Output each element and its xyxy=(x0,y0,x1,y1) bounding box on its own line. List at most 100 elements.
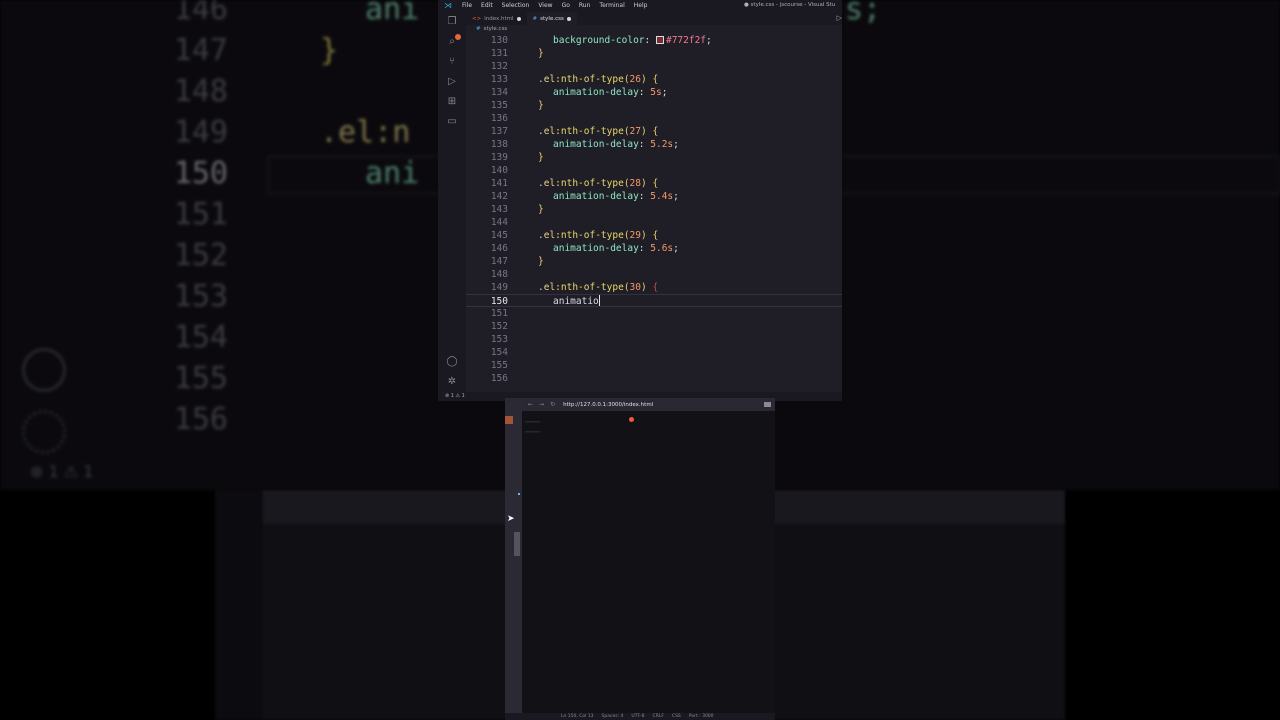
color-swatch-icon[interactable] xyxy=(655,36,664,44)
run-icon[interactable]: ▷ xyxy=(837,14,842,22)
line-number: 151 xyxy=(490,308,508,319)
code-line[interactable]: 141 .el:nth-of-type(28) { xyxy=(466,177,842,190)
code-line[interactable]: 147} xyxy=(466,255,842,268)
code-line[interactable]: 131} xyxy=(466,47,842,60)
menu-item-file[interactable]: File xyxy=(462,2,472,9)
status-item[interactable]: CSS xyxy=(672,713,681,720)
code-line[interactable]: 132 xyxy=(466,60,842,73)
menu-item-edit[interactable]: Edit xyxy=(481,2,493,9)
unsaved-dot-icon[interactable] xyxy=(516,16,521,21)
account-icon[interactable]: ◯ xyxy=(446,356,458,368)
code-line[interactable]: 143} xyxy=(466,203,842,216)
line-code: } xyxy=(538,47,544,60)
explorer-icon[interactable]: ❐ xyxy=(446,16,458,28)
line-number: 147 xyxy=(490,256,508,267)
code-line[interactable]: 130 background-color: #772f2f; xyxy=(466,34,842,47)
status-item[interactable]: Spaces: 4 xyxy=(602,713,624,720)
typed-text: animatio xyxy=(553,296,599,307)
line-code: } xyxy=(538,99,544,112)
line-number: 154 xyxy=(490,347,508,358)
colon: : xyxy=(638,243,651,254)
selector-index: 27 xyxy=(629,126,641,137)
paren-close: ) xyxy=(641,126,653,137)
line-code: animation-delay: 5.2s; xyxy=(553,138,679,151)
browser-side-panel: ➤ xyxy=(505,398,522,720)
code-line[interactable]: 151 xyxy=(466,307,842,320)
run-debug-icon[interactable]: ▷ xyxy=(446,76,458,88)
forward-icon[interactable]: → xyxy=(539,401,544,408)
browser-toolbar: ← → ↻ http://127.0.0.1:3000/index.html xyxy=(522,398,775,411)
code-line[interactable]: 152 xyxy=(466,320,842,333)
mouse-cursor-icon: ➤ xyxy=(507,514,515,524)
code-editor[interactable]: 130 background-color: #772f2f; 131} 132 133.… xyxy=(466,34,842,394)
colon: : xyxy=(644,35,656,46)
code-line[interactable]: 138 animation-delay: 5.2s; xyxy=(466,138,842,151)
colon: : xyxy=(638,191,651,202)
status-item[interactable]: Ln 150, Col 13 xyxy=(561,713,594,720)
extension-icon[interactable] xyxy=(764,402,771,407)
pseudo-class: :nth-of-type xyxy=(555,282,624,293)
code-line[interactable]: 146 animation-delay: 5.6s; xyxy=(466,242,842,255)
line-number: 155 xyxy=(490,360,508,371)
opening-brace: { xyxy=(652,230,659,241)
menu-item-view[interactable]: View xyxy=(538,2,552,9)
line-number: 138 xyxy=(490,139,508,150)
zoomed-line-code: .el:n xyxy=(320,115,411,150)
vscode-logo-icon: ⋊ xyxy=(444,1,452,10)
code-line[interactable]: 142 animation-delay: 5.4s; xyxy=(466,190,842,203)
menu-item-terminal[interactable]: Terminal xyxy=(599,2,624,9)
code-line[interactable]: 148 xyxy=(466,268,842,281)
tab-index-html[interactable]: <> index.html xyxy=(466,12,527,25)
zoomed-line-number: 154 xyxy=(173,320,228,355)
code-line[interactable]: 156 xyxy=(466,372,842,385)
selector-index: 30 xyxy=(629,282,641,293)
code-line[interactable]: 133 .el:nth-of-type(26) { xyxy=(466,73,842,86)
code-line[interactable]: 137 .el:nth-of-type(27) { xyxy=(466,125,842,138)
line-number: 143 xyxy=(490,204,508,215)
css-icon: # xyxy=(532,15,538,22)
faint-content-1: ▁▁▁▁ xyxy=(525,417,541,423)
code-line[interactable]: 135} xyxy=(466,99,842,112)
menu-item-run[interactable]: Run xyxy=(579,2,591,9)
zoomed-line-number: 153 xyxy=(173,279,228,314)
back-icon[interactable]: ← xyxy=(528,401,533,408)
code-line[interactable]: 154 xyxy=(466,346,842,359)
menu-item-help[interactable]: Help xyxy=(634,2,648,9)
problems-indicator[interactable]: ⊗ 1 ⚠ 1 xyxy=(445,393,465,399)
tab-style-css[interactable]: # style.css xyxy=(526,12,577,25)
extensions-icon[interactable]: ⊞ xyxy=(446,96,458,108)
opening-brace: { xyxy=(652,74,659,85)
code-line[interactable]: 136 xyxy=(466,112,842,125)
code-line[interactable]: 149 .el:nth-of-type(30) { xyxy=(466,281,842,294)
line-number: 132 xyxy=(490,61,508,72)
status-item[interactable]: Port : 3000 xyxy=(689,713,714,720)
menu-item-go[interactable]: Go xyxy=(562,2,570,9)
side-scrollbar-thumb[interactable] xyxy=(514,532,520,556)
menu-item-selection[interactable]: Selection xyxy=(502,2,530,9)
code-line[interactable]: 144 xyxy=(466,216,842,229)
zoomed-line-code: ani xyxy=(365,0,420,27)
code-line[interactable]: 153 xyxy=(466,333,842,346)
remote-explorer-icon[interactable]: ▭ xyxy=(446,116,458,128)
code-line[interactable]: 134 animation-delay: 5s; xyxy=(466,86,842,99)
address-bar[interactable]: http://127.0.0.1:3000/index.html xyxy=(563,402,653,408)
code-line[interactable]: 140 xyxy=(466,164,842,177)
breadcrumb[interactable]: # style.css xyxy=(476,26,507,32)
status-item[interactable]: UTF-8 xyxy=(631,713,644,720)
status-item[interactable]: CRLF xyxy=(653,713,664,720)
code-line[interactable]: 139} xyxy=(466,151,842,164)
code-line[interactable]: 145 .el:nth-of-type(29) { xyxy=(466,229,842,242)
unsaved-dot-icon[interactable] xyxy=(566,16,571,21)
search-icon[interactable]: ⌕ xyxy=(446,36,458,48)
css-value: #772f2f xyxy=(665,35,707,46)
line-number: 146 xyxy=(490,243,508,254)
activity-bar: ❐ ⌕ ⑂ ▷ ⊞ ▭ ◯ ✲ xyxy=(438,12,466,392)
current-code-line[interactable]: 150 animatio xyxy=(466,294,842,307)
css-selector: .el xyxy=(538,230,556,241)
semicolon: ; xyxy=(706,35,712,46)
code-line[interactable]: 155 xyxy=(466,359,842,372)
reload-icon[interactable]: ↻ xyxy=(550,401,555,408)
line-number: 153 xyxy=(490,334,508,345)
settings-gear-icon[interactable]: ✲ xyxy=(446,376,458,388)
source-control-icon[interactable]: ⑂ xyxy=(446,56,458,68)
